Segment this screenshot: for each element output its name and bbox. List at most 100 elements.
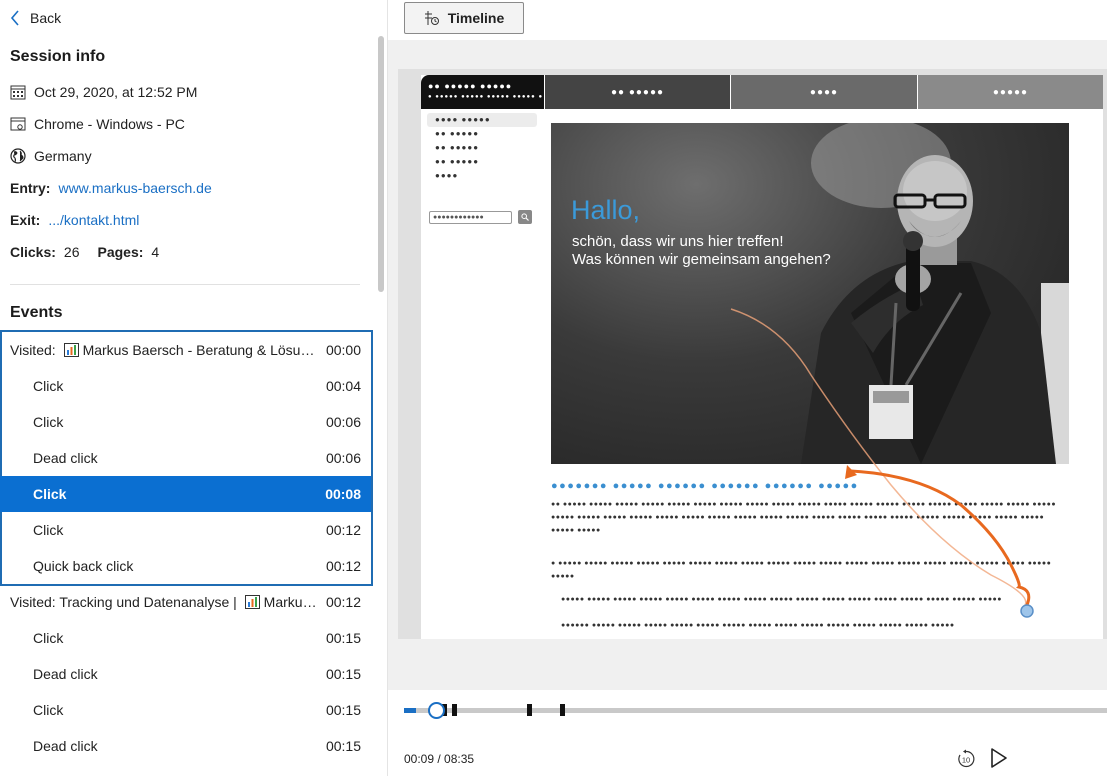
timeline-icon bbox=[424, 11, 439, 25]
playback-thumb[interactable] bbox=[427, 702, 445, 719]
site-favicon-icon bbox=[63, 343, 79, 357]
event-label: Quick back click bbox=[33, 558, 134, 574]
clicks-value: 26 bbox=[63, 244, 80, 260]
event-time: 00:12 bbox=[325, 558, 361, 574]
calendar-icon bbox=[10, 84, 26, 100]
chevron-left-icon bbox=[10, 10, 19, 26]
event-item[interactable]: Dead click 00:06 bbox=[0, 440, 371, 476]
website-search: ●●●●●●●●●●●● bbox=[429, 210, 532, 224]
section-divider bbox=[10, 284, 360, 285]
hero-line-2: Was können wir gemeinsam angehen? bbox=[572, 251, 831, 268]
website-logo-line1: ●● ●●●●● ●●●●● bbox=[428, 81, 513, 91]
event-label: Click bbox=[33, 522, 64, 538]
event-marker[interactable] bbox=[560, 704, 566, 716]
speaker-photo bbox=[801, 123, 1069, 464]
event-page-visit[interactable]: Visited: Markus Baersch - Beratung & Lös… bbox=[0, 332, 371, 368]
events-title: Events bbox=[10, 304, 63, 321]
session-country-row: Germany bbox=[10, 146, 92, 166]
replay-stage: ●● ●●●●● ●●●●● ● ●●●●● ●●●●● ●●●●● ●●●●●… bbox=[388, 40, 1107, 690]
website-side-item: ●● ●●●●● bbox=[435, 143, 480, 152]
replay-10s-button[interactable]: 10 bbox=[956, 749, 976, 769]
website-logo-line2: ● ●●●●● ●●●●● ●●●●● ●●●●● ● bbox=[428, 94, 544, 100]
event-visited-prefix: Visited: bbox=[10, 594, 56, 610]
website-side-item: ●● ●●●●● bbox=[435, 157, 480, 166]
website-bullet: ●●●●● ●●●●● ●●●●● ●●●●● ●●●●● ●●●●● ●●●●… bbox=[561, 596, 1002, 603]
session-country: Germany bbox=[34, 148, 92, 164]
sidebar-scrollbar[interactable] bbox=[378, 36, 384, 292]
event-page-visit[interactable]: Visited: Tracking und Datenanalyse | Mar… bbox=[0, 584, 371, 620]
website-side-item: ●●●● ●●●●● bbox=[427, 113, 537, 127]
playback-progress-track[interactable] bbox=[404, 708, 1107, 713]
event-time: 00:15 bbox=[325, 738, 361, 754]
replayed-website[interactable]: ●● ●●●●● ●●●●● ● ●●●●● ●●●●● ●●●●● ●●●●●… bbox=[421, 75, 1103, 639]
site-favicon-icon bbox=[244, 595, 260, 609]
website-search-input: ●●●●●●●●●●●● bbox=[429, 210, 512, 224]
event-label: Click bbox=[33, 486, 67, 502]
browser-window-icon bbox=[10, 116, 26, 132]
exit-link[interactable]: .../kontakt.html bbox=[48, 212, 139, 228]
session-date: Oct 29, 2020, at 12:52 PM bbox=[34, 84, 198, 100]
back-button[interactable]: Back bbox=[10, 8, 61, 28]
event-time: 00:00 bbox=[325, 342, 361, 358]
event-item[interactable]: Click 00:06 bbox=[0, 404, 371, 440]
clicks-label: Clicks: bbox=[10, 244, 56, 260]
event-time: 00:12 bbox=[325, 594, 361, 610]
event-marker[interactable] bbox=[452, 704, 458, 716]
hero-line-1: schön, dass wir uns hier treffen! bbox=[572, 233, 784, 250]
event-visited-prefix: Visited: bbox=[10, 342, 56, 358]
event-item[interactable]: Click 00:04 bbox=[0, 368, 371, 404]
pages-value: 4 bbox=[151, 244, 160, 260]
playback-progress-fill bbox=[404, 708, 416, 713]
event-label: Click bbox=[33, 414, 64, 430]
website-side-item: ●● ●●●●● bbox=[435, 129, 480, 138]
event-page-title: Markus Baersch - Beratung & Lösungen bbox=[82, 342, 319, 358]
search-icon bbox=[518, 210, 532, 224]
replay-toolbar: Timeline bbox=[388, 0, 1107, 40]
event-label: Dead click bbox=[33, 738, 98, 754]
session-browser: Chrome - Windows - PC bbox=[34, 116, 185, 132]
event-item[interactable]: Dead click 00:15 bbox=[0, 656, 371, 692]
replay-10s-label: 10 bbox=[962, 756, 970, 765]
event-item[interactable]: Click 00:15 bbox=[0, 620, 371, 656]
website-paragraph: ● ●●●●● ●●●●● ●●●●● ●●●●● ●●●●● ●●●●● ●●… bbox=[551, 560, 1052, 580]
website-heading: ●●●●●●● ●●●●● ●●●●●● ●●●●●● ●●●●●● ●●●●● bbox=[551, 480, 859, 492]
session-counts-row: Clicks: 26 Pages: 4 bbox=[10, 242, 159, 262]
pages-label: Pages: bbox=[97, 244, 144, 260]
event-label: Dead click bbox=[33, 450, 98, 466]
website-hero-image: Hallo, schön, dass wir uns hier treffen!… bbox=[551, 123, 1069, 464]
event-time: 00:06 bbox=[325, 450, 361, 466]
event-item[interactable]: Click 00:08 bbox=[0, 476, 371, 512]
timeline-button[interactable]: Timeline bbox=[404, 2, 524, 34]
session-sidebar: Back Session info Oct 29, 2020, at 12:52… bbox=[0, 0, 388, 776]
session-browser-row: Chrome - Windows - PC bbox=[10, 114, 185, 134]
event-marker[interactable] bbox=[527, 704, 533, 716]
event-time: 00:15 bbox=[325, 666, 361, 682]
timeline-label: Timeline bbox=[447, 10, 505, 26]
entry-label: Entry: bbox=[10, 180, 51, 196]
event-label: Visited: Tracking und Datenanalyse | Mar… bbox=[0, 594, 319, 610]
hero-title: Hallo, bbox=[571, 195, 641, 225]
website-side-menu: ●●●● ●●●●● ●● ●●●●● ●● ●●●●● ●● ●●●●● ●●… bbox=[427, 113, 537, 183]
website-paragraph: ●● ●●●●● ●●●●● ●●●●● ●●●●● ●●●●● ●●●●● ●… bbox=[551, 501, 1057, 534]
event-time: 00:15 bbox=[325, 630, 361, 646]
event-time: 00:04 bbox=[325, 378, 361, 394]
session-exit-row: Exit: .../kontakt.html bbox=[10, 210, 139, 230]
website-nav-tab: ●●●●● bbox=[918, 75, 1103, 109]
event-time: 00:12 bbox=[325, 522, 361, 538]
event-label: Click bbox=[33, 630, 64, 646]
replay-panel: Timeline ●● ●●●●● ●●●●● ● ●●●●● ●●●●● ●●… bbox=[388, 0, 1107, 776]
event-item[interactable]: Quick back click 00:12 bbox=[0, 548, 371, 584]
event-item[interactable]: Click 00:12 bbox=[0, 512, 371, 548]
website-side-item: ●●●● bbox=[435, 171, 459, 180]
event-item[interactable]: Dead click 00:15 bbox=[0, 728, 371, 764]
play-button[interactable] bbox=[989, 747, 1009, 769]
playback-time: 00:09 / 08:35 bbox=[404, 752, 475, 766]
play-icon bbox=[991, 748, 1007, 768]
event-label: Click bbox=[33, 702, 64, 718]
session-entry-row: Entry: www.markus-baersch.de bbox=[10, 178, 212, 198]
event-page-title: Tracking und Datenanalyse | bbox=[59, 594, 237, 610]
entry-link[interactable]: www.markus-baersch.de bbox=[58, 180, 211, 196]
exit-label: Exit: bbox=[10, 212, 41, 228]
event-item[interactable]: Click 00:15 bbox=[0, 692, 371, 728]
event-label: Click bbox=[33, 378, 64, 394]
